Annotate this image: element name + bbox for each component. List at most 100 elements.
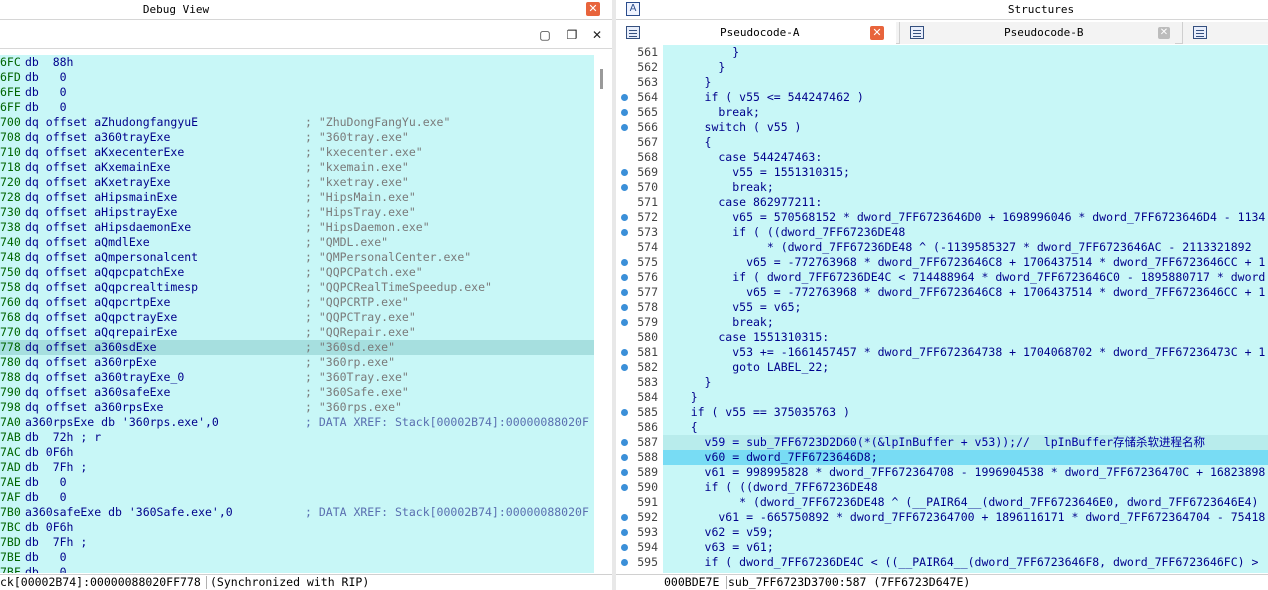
code-line[interactable]: 580 case 1551310315: [616, 330, 1268, 345]
code-line[interactable]: 565 break; [616, 105, 1268, 120]
listing-row[interactable]: 740 dq offset aQmdlExe ; "QMDL.exe" [0, 235, 594, 250]
breakpoint-dot-icon[interactable] [621, 274, 628, 281]
breakpoint-dot-icon[interactable] [621, 184, 628, 191]
listing-row[interactable]: 7AC db 0F6h [0, 445, 594, 460]
code-line[interactable]: 579 break; [616, 315, 1268, 330]
listing-row[interactable]: 7AD db 7Fh ; [0, 460, 594, 475]
debug-view-close-icon[interactable]: ✕ [586, 2, 600, 16]
listing-row[interactable]: 7BF db 0 [0, 565, 594, 573]
code-line[interactable]: 594 v63 = v61; [616, 540, 1268, 555]
code-line[interactable]: 591 * (dword_7FF67236DE48 ^ (__PAIR64__(… [616, 495, 1268, 510]
listing-row[interactable]: 720 dq offset aKxetrayExe ; "kxetray.exe" [0, 175, 594, 190]
code-line[interactable]: 592 v61 = -665750892 * dword_7FF67236470… [616, 510, 1268, 525]
breakpoint-dot-icon[interactable] [621, 514, 628, 521]
breakpoint-dot-icon[interactable] [621, 469, 628, 476]
code-line[interactable]: 590 if ( ((dword_7FF67236DE48 [616, 480, 1268, 495]
breakpoint-dot-icon[interactable] [621, 409, 628, 416]
code-line[interactable]: 578 v55 = v65; [616, 300, 1268, 315]
listing-row[interactable]: 738 dq offset aHipsdaemonExe ; "HipsDaemon… [0, 220, 594, 235]
listing-row[interactable]: 730 dq offset aHipstrayExe ; "HipsTray.exe… [0, 205, 594, 220]
close-tab-icon[interactable]: ✕ [870, 26, 884, 40]
listing-row[interactable]: 768 dq offset aQqpctrayExe ; "QQPCTray.exe… [0, 310, 594, 325]
code-line[interactable]: 583 } [616, 375, 1268, 390]
code-line[interactable]: 567 { [616, 135, 1268, 150]
row-comment[interactable]: ; DATA XREF: Stack[00002B74]:00000088020… [305, 505, 589, 520]
listing-row[interactable]: 760 dq offset aQqpcrtpExe ; "QQPCRTP.exe" [0, 295, 594, 310]
disassembly-listing[interactable]: 6FC db 88h 6FD db 0 6FE db 0 6FF db 0 700 dq offs… [0, 55, 594, 573]
listing-row[interactable]: 770 dq offset aQqrepairExe ; "QQRepair.exe… [0, 325, 594, 340]
code-line[interactable]: 585 if ( v55 == 375035763 ) [616, 405, 1268, 420]
breakpoint-dot-icon[interactable] [621, 349, 628, 356]
breakpoint-dot-icon[interactable] [621, 229, 628, 236]
listing-row[interactable]: 7AB db 72h ; r [0, 430, 594, 445]
code-line[interactable]: 562 } [616, 60, 1268, 75]
close-view-icon[interactable]: ✕ [590, 28, 604, 42]
debug-view-titlebar[interactable]: Debug View ✕ [0, 0, 612, 20]
listing-row[interactable]: 7A0 a360rpsExe db '360rps.exe',0 ; DATA XR… [0, 415, 594, 430]
breakpoint-dot-icon[interactable] [621, 364, 628, 371]
listing-row[interactable]: 7AF db 0 [0, 490, 594, 505]
code-line[interactable]: 573 if ( ((dword_7FF67236DE48 [616, 225, 1268, 240]
structures-titlebar[interactable]: A Structures [616, 0, 1268, 20]
code-line[interactable]: 572 v65 = 570568152 * dword_7FF6723646D0… [616, 210, 1268, 225]
tab-pseudocode-b[interactable]: Pseudocode-B ✕ [899, 22, 1175, 44]
listing-row[interactable]: 748 dq offset aQmpersonalcent ; "QMPersona… [0, 250, 594, 265]
code-line[interactable]: 587 v59 = sub_7FF6723D2D60(*(&lpInBuffer… [616, 435, 1268, 450]
code-line[interactable]: 566 switch ( v55 ) [616, 120, 1268, 135]
code-line[interactable]: 595 if ( dword_7FF67236DE4C < ((__PAIR64… [616, 555, 1268, 570]
code-line[interactable]: 584 } [616, 390, 1268, 405]
breakpoint-dot-icon[interactable] [621, 484, 628, 491]
listing-row[interactable]: 700 dq offset aZhudongfangyuE ; "ZhuDongFa… [0, 115, 594, 130]
restore-icon[interactable]: ❐ [565, 28, 579, 42]
listing-row[interactable]: 750 dq offset aQqpcpatchExe ; "QQPCPatch.e… [0, 265, 594, 280]
code-line[interactable]: 561 } [616, 45, 1268, 60]
code-line[interactable]: 581 v53 += -1661457457 * dword_7FF672364… [616, 345, 1268, 360]
tab-pseudocode-a[interactable]: Pseudocode-A ✕ [616, 22, 896, 44]
listing-row[interactable]: 780 dq offset a360rpExe ; "360rp.exe" [0, 355, 594, 370]
listing-row[interactable]: 798 dq offset a360rpsExe ; "360rps.exe" [0, 400, 594, 415]
code-line[interactable]: 568 case 544247463: [616, 150, 1268, 165]
listing-row[interactable]: 6FF db 0 [0, 100, 594, 115]
listing-row[interactable]: 6FE db 0 [0, 85, 594, 100]
breakpoint-dot-icon[interactable] [621, 454, 628, 461]
code-line[interactable]: 576 if ( dword_7FF67236DE4C < 714488964 … [616, 270, 1268, 285]
listing-row[interactable]: 7BE db 0 [0, 550, 594, 565]
code-line[interactable]: 563 } [616, 75, 1268, 90]
listing-row[interactable]: 7BC db 0F6h [0, 520, 594, 535]
breakpoint-dot-icon[interactable] [621, 544, 628, 551]
code-line[interactable]: 574 * (dword_7FF67236DE48 ^ (-1139585327… [616, 240, 1268, 255]
breakpoint-dot-icon[interactable] [621, 259, 628, 266]
debug-view-scrollbar[interactable] [594, 55, 612, 573]
listing-row[interactable]: 6FD db 0 [0, 70, 594, 85]
breakpoint-dot-icon[interactable] [621, 214, 628, 221]
listing-row[interactable]: 708 dq offset a360trayExe ; "360tray.exe" [0, 130, 594, 145]
code-line[interactable]: 586 { [616, 420, 1268, 435]
listing-row[interactable]: 7BD db 7Fh ; [0, 535, 594, 550]
code-line[interactable]: 588 v60 = dword_7FF6723646D8; [616, 450, 1268, 465]
structures-icon[interactable]: A [626, 2, 640, 16]
code-line[interactable]: 582 goto LABEL_22; [616, 360, 1268, 375]
code-line[interactable]: 564 if ( v55 <= 544247462 ) [616, 90, 1268, 105]
code-line[interactable]: 593 v62 = v59; [616, 525, 1268, 540]
code-line[interactable]: 577 v65 = -772763968 * dword_7FF6723646C… [616, 285, 1268, 300]
breakpoint-dot-icon[interactable] [621, 109, 628, 116]
breakpoint-dot-icon[interactable] [621, 169, 628, 176]
breakpoint-dot-icon[interactable] [621, 304, 628, 311]
code-line[interactable]: 569 v55 = 1551310315; [616, 165, 1268, 180]
breakpoint-dot-icon[interactable] [621, 529, 628, 536]
breakpoint-dot-icon[interactable] [621, 289, 628, 296]
listing-row[interactable]: 7B0 a360safeExe db '360Safe.exe',0 ; DATA … [0, 505, 594, 520]
close-tab-icon[interactable]: ✕ [1158, 27, 1170, 39]
row-comment[interactable]: ; DATA XREF: Stack[00002B74]:00000088020… [305, 415, 589, 430]
listing-row[interactable]: 710 dq offset aKxecenterExe ; "kxecenter.e… [0, 145, 594, 160]
breakpoint-dot-icon[interactable] [621, 124, 628, 131]
listing-row[interactable]: 758 dq offset aQqpcrealtimesp ; "QQPCRealT… [0, 280, 594, 295]
code-line[interactable]: 571 case 862977211: [616, 195, 1268, 210]
listing-row[interactable]: 7AE db 0 [0, 475, 594, 490]
listing-row[interactable]: 778 dq offset a360sdExe ; "360sd.exe" [0, 340, 594, 355]
code-line[interactable]: 575 v65 = -772763968 * dword_7FF6723646C… [616, 255, 1268, 270]
tab-more[interactable] [1182, 22, 1268, 44]
listing-row[interactable]: 728 dq offset aHipsmainExe ; "HipsMain.exe… [0, 190, 594, 205]
listing-row[interactable]: 718 dq offset aKxemainExe ; "kxemain.exe" [0, 160, 594, 175]
listing-row[interactable]: 6FC db 88h [0, 55, 594, 70]
